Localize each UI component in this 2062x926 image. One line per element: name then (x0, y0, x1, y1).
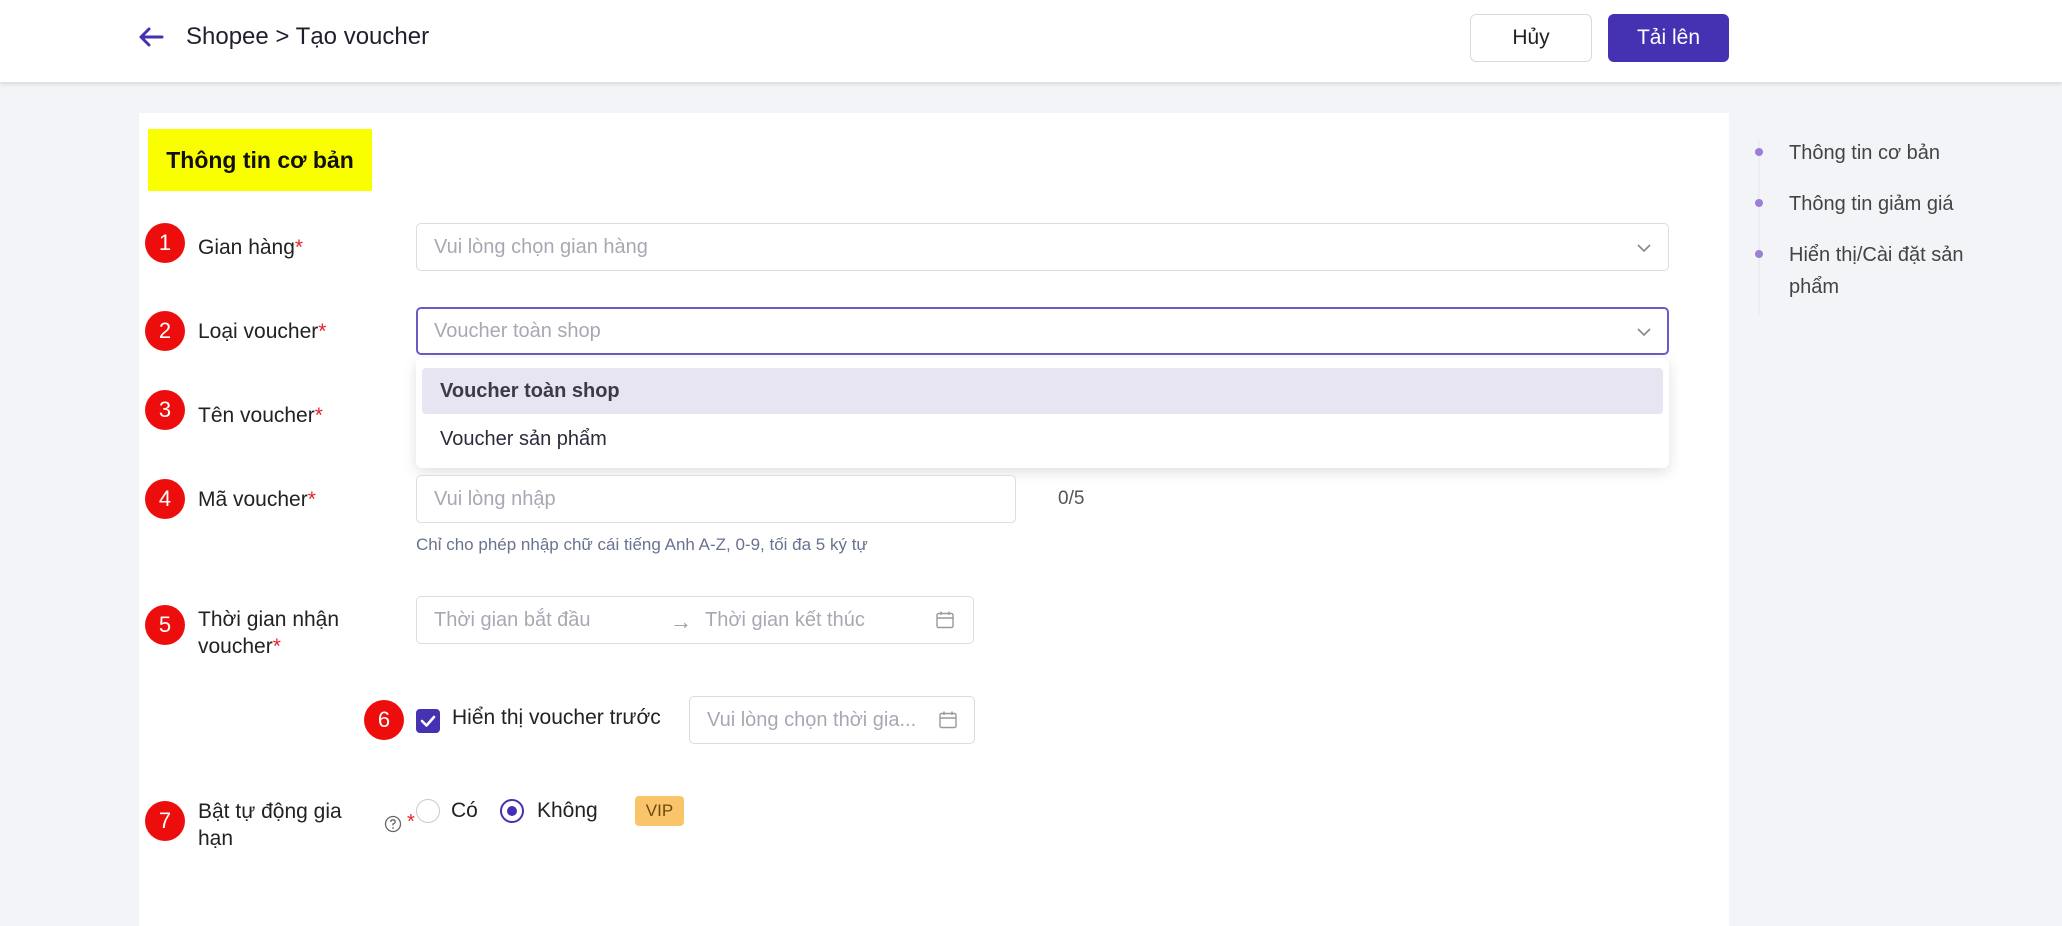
voucher-code-label: Mã voucher* (198, 488, 316, 511)
store-select[interactable]: Vui lòng chọn gian hàng (416, 223, 1669, 271)
start-time-placeholder: Thời gian bắt đầu (434, 609, 591, 631)
dropdown-option-shop-voucher[interactable]: Voucher toàn shop (422, 368, 1663, 414)
side-nav-discount-info[interactable]: Thông tin giảm giá (1789, 188, 2009, 220)
required-mark: * (294, 236, 304, 259)
receive-time-range[interactable]: Thời gian bắt đầu → Thời gian kết thúc (416, 596, 974, 644)
side-nav-basic-info[interactable]: Thông tin cơ bản (1789, 137, 2009, 169)
required-mark: * (307, 488, 316, 511)
store-select-placeholder: Vui lòng chọn gian hàng (434, 236, 648, 258)
check-icon (420, 715, 436, 727)
required-mark: * (272, 635, 281, 658)
dropdown-option-product-voucher[interactable]: Voucher sản phẩm (422, 416, 1663, 462)
range-arrow-icon: → (670, 609, 692, 634)
voucher-name-label: Tên voucher* (198, 404, 323, 427)
auto-renew-no-radio[interactable] (500, 799, 524, 823)
top-header: Shopee > Tạo voucher Hủy Tải lên (0, 0, 2062, 82)
end-time-placeholder: Thời gian kết thúc (705, 609, 865, 631)
upload-button[interactable]: Tải lên (1608, 14, 1729, 62)
voucher-type-select-value: Voucher toàn shop (434, 320, 601, 342)
step-badge-3: 3 (145, 390, 185, 430)
help-icon[interactable] (384, 815, 402, 833)
show-before-label: Hiển thị voucher trước (452, 706, 661, 729)
breadcrumb: Shopee > Tạo voucher (186, 23, 430, 50)
store-label: Gian hàng* (198, 236, 304, 259)
auto-renew-yes-radio[interactable] (416, 799, 440, 823)
vip-badge: VIP (635, 796, 684, 826)
side-nav-dot (1755, 148, 1763, 156)
auto-renew-label: Bật tự động gia hạn (198, 800, 342, 850)
step-badge-2: 2 (145, 311, 185, 351)
voucher-code-counter: 0/5 (1058, 488, 1085, 509)
step-badge-5: 5 (145, 605, 185, 645)
show-before-checkbox[interactable] (416, 709, 440, 733)
step-badge-4: 4 (145, 479, 185, 519)
show-before-placeholder: Vui lòng chọn thời gia... (707, 709, 917, 731)
required-mark: * (314, 404, 323, 427)
calendar-icon (939, 711, 957, 729)
voucher-type-dropdown: Voucher toàn shop Voucher sản phẩm (416, 358, 1669, 468)
required-mark: * (318, 320, 327, 343)
side-nav-dot (1755, 199, 1763, 207)
side-nav-display-settings[interactable]: Hiển thị/Cài đặt sản phẩm (1789, 239, 2009, 303)
step-badge-6: 6 (364, 700, 404, 740)
cancel-button[interactable]: Hủy (1470, 14, 1592, 62)
receive-time-label: Thời gian nhận voucher* (198, 608, 340, 658)
section-title: Thông tin cơ bản (148, 129, 372, 191)
chevron-down-icon (1637, 328, 1651, 337)
voucher-code-input[interactable]: Vui lòng nhập (416, 475, 1016, 523)
back-arrow-icon[interactable] (136, 22, 166, 52)
auto-renew-yes-label: Có (451, 799, 478, 822)
voucher-code-hint: Chỉ cho phép nhập chữ cái tiếng Anh A-Z,… (416, 535, 868, 554)
voucher-type-select[interactable]: Voucher toàn shop (416, 307, 1669, 355)
step-badge-1: 1 (145, 223, 185, 263)
side-nav-dot (1755, 250, 1763, 258)
required-mark: * (407, 811, 415, 833)
step-badge-7: 7 (145, 801, 185, 841)
side-nav-track (1758, 140, 1760, 315)
calendar-icon (936, 611, 954, 629)
show-before-date-picker[interactable]: Vui lòng chọn thời gia... (689, 696, 975, 744)
auto-renew-no-label: Không (537, 799, 598, 822)
chevron-down-icon (1637, 244, 1651, 253)
voucher-type-label: Loại voucher* (198, 320, 327, 343)
